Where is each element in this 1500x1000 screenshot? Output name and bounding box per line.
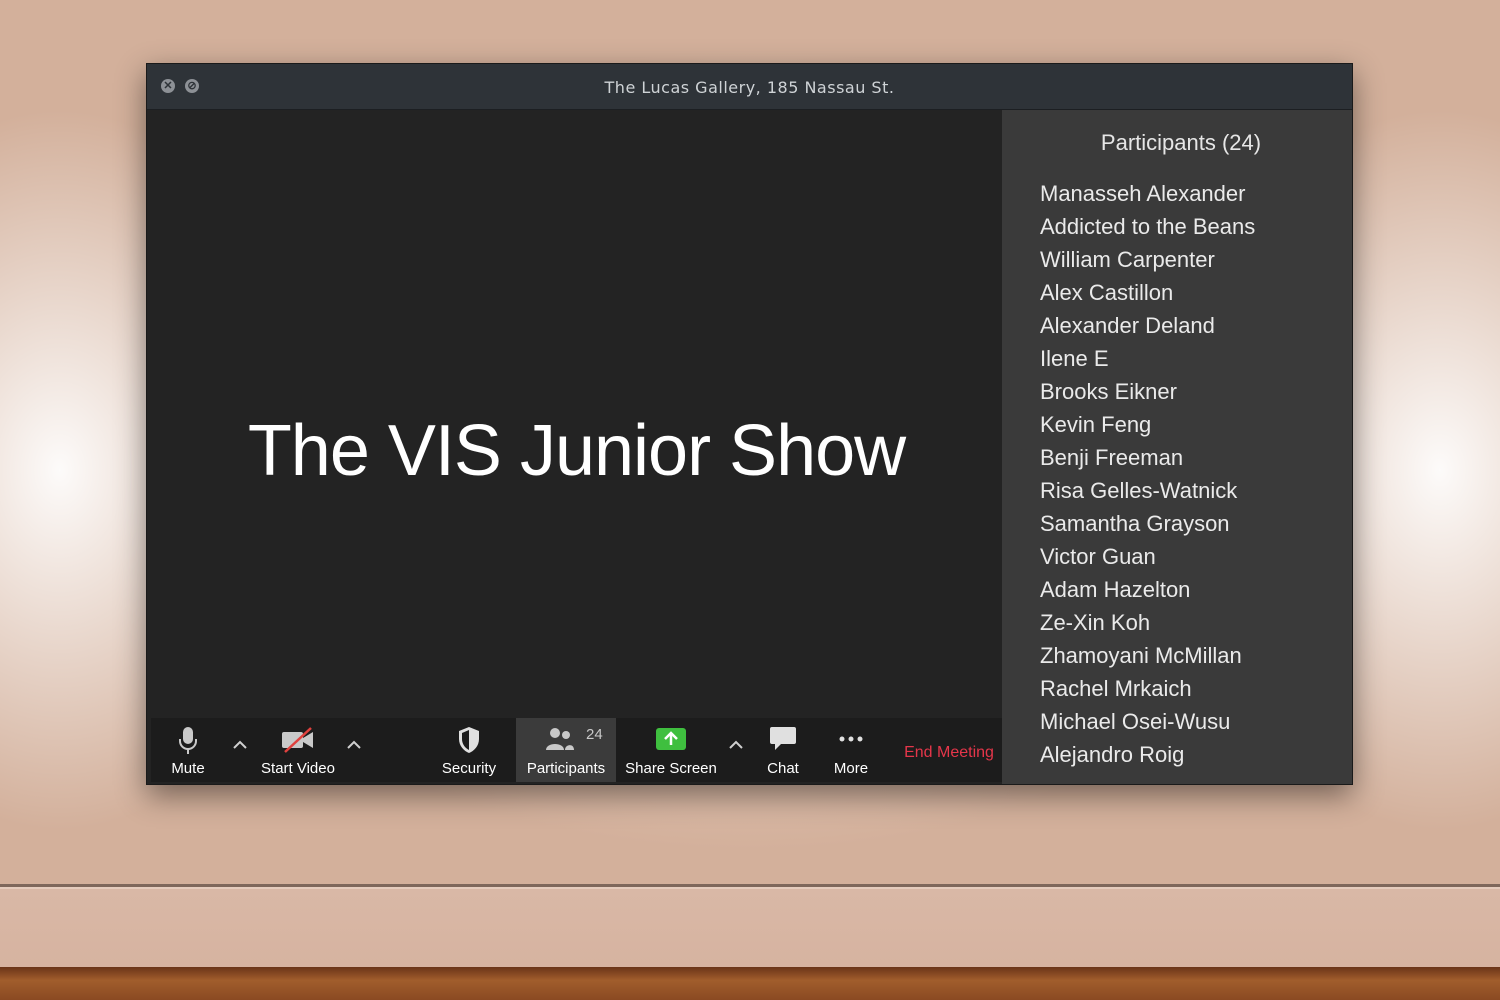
shared-screen-title: The VIS Junior Show xyxy=(247,411,906,491)
security-button[interactable]: Security xyxy=(439,718,499,782)
mute-button[interactable]: Mute xyxy=(151,718,225,782)
start-video-label: Start Video xyxy=(261,760,335,777)
start-video-button[interactable]: Start Video xyxy=(255,718,341,782)
participants-count-badge: 24 xyxy=(586,726,603,743)
meeting-window: ✕ ⊘ The Lucas Gallery, 185 Nassau St. Th… xyxy=(146,63,1353,785)
participant-item[interactable]: Rachel Mrkaich xyxy=(1040,672,1255,705)
participants-label: Participants xyxy=(526,760,606,777)
participant-item[interactable]: Zhamoyani McMillan xyxy=(1040,639,1255,672)
more-button[interactable]: More xyxy=(823,718,879,782)
microphone-icon xyxy=(179,727,197,754)
ellipsis-icon xyxy=(839,736,863,742)
baseboard xyxy=(0,889,1500,967)
wood-floor xyxy=(0,967,1500,1000)
participant-item[interactable]: Kevin Feng xyxy=(1040,408,1255,441)
meeting-toolbar: Mute Start Video Security 24 Participant… xyxy=(151,718,1002,782)
video-off-icon xyxy=(282,727,313,753)
participant-item[interactable]: Brooks Eikner xyxy=(1040,375,1255,408)
participants-button[interactable]: 24 Participants xyxy=(516,718,616,782)
chat-button[interactable]: Chat xyxy=(755,718,811,782)
participant-item[interactable]: Alejandro Roig xyxy=(1040,738,1255,771)
title-bar: ✕ ⊘ The Lucas Gallery, 185 Nassau St. xyxy=(147,64,1352,110)
share-screen-arrow-icon xyxy=(656,728,686,750)
security-label: Security xyxy=(441,760,497,777)
video-options-chevron-up-icon[interactable] xyxy=(345,736,363,754)
participant-item[interactable]: Samantha Grayson xyxy=(1040,507,1255,540)
people-icon xyxy=(546,728,574,750)
chat-label: Chat xyxy=(767,760,799,777)
participant-item[interactable]: Ze-Xin Koh xyxy=(1040,606,1255,639)
participant-item[interactable]: Ilene E xyxy=(1040,342,1255,375)
share-screen-label: Share Screen xyxy=(625,760,717,777)
participant-item[interactable]: Alex Castillon xyxy=(1040,276,1255,309)
audio-options-chevron-up-icon[interactable] xyxy=(231,736,249,754)
shield-icon xyxy=(459,727,479,753)
participant-item[interactable]: Addicted to the Beans xyxy=(1040,210,1255,243)
participant-item[interactable]: Manasseh Alexander xyxy=(1040,177,1255,210)
participant-item[interactable]: William Carpenter xyxy=(1040,243,1255,276)
participants-list: Manasseh Alexander Addicted to the Beans… xyxy=(1040,177,1255,771)
more-label: More xyxy=(833,760,869,777)
participants-panel: Participants (24) Manasseh Alexander Add… xyxy=(1002,110,1352,784)
shared-screen-stage: The VIS Junior Show xyxy=(151,110,1002,718)
speech-bubble-icon xyxy=(770,727,796,750)
share-screen-button[interactable]: Share Screen xyxy=(621,718,721,782)
mute-label: Mute xyxy=(171,760,205,777)
share-options-chevron-up-icon[interactable] xyxy=(727,736,745,754)
participants-panel-title: Participants (24) xyxy=(1100,130,1262,155)
window-title: The Lucas Gallery, 185 Nassau St. xyxy=(604,78,895,97)
participant-item[interactable]: Adam Hazelton xyxy=(1040,573,1255,606)
end-meeting-button[interactable]: End Meeting xyxy=(899,744,999,762)
participant-item[interactable]: Alexander Deland xyxy=(1040,309,1255,342)
participant-item[interactable]: Victor Guan xyxy=(1040,540,1255,573)
participant-item[interactable]: Benji Freeman xyxy=(1040,441,1255,474)
participant-item[interactable]: Risa Gelles-Watnick xyxy=(1040,474,1255,507)
participant-item[interactable]: Michael Osei-Wusu xyxy=(1040,705,1255,738)
